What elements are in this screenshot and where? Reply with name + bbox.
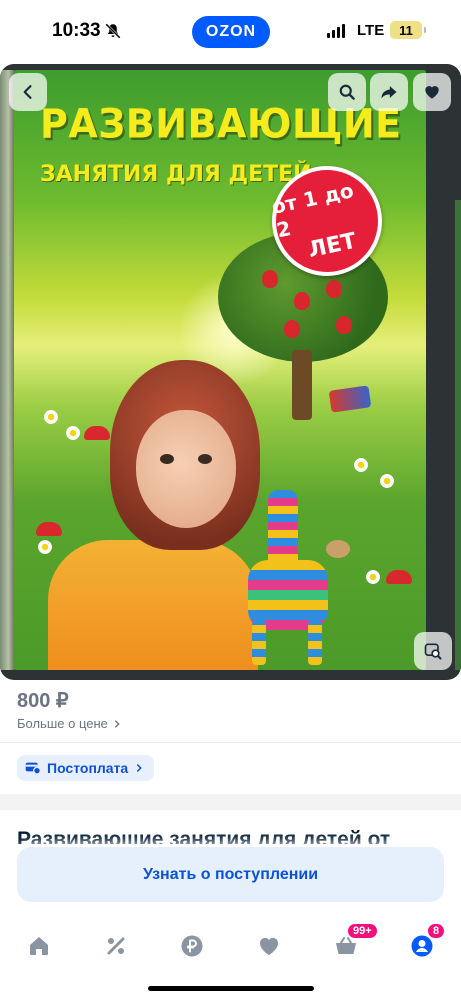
cover-berry bbox=[326, 280, 342, 298]
similar-search-button[interactable] bbox=[414, 632, 452, 670]
cover-flower bbox=[380, 474, 394, 488]
more-about-price-link[interactable]: Больше о цене bbox=[17, 716, 122, 731]
cover-mushroom bbox=[386, 570, 412, 584]
product-image-gallery[interactable]: РАЗВИВАЮЩИЕ ЗАНЯТИЯ ДЛЯ ДЕТЕЙ от 1 до 2 … bbox=[0, 64, 461, 680]
signal-icon bbox=[327, 24, 345, 38]
age-badge-line1: от 1 до 2 bbox=[269, 177, 356, 242]
cover-girl-body bbox=[48, 540, 258, 670]
nav-cart[interactable]: 99+ bbox=[326, 922, 379, 966]
cover-flower bbox=[354, 458, 368, 472]
cover-berry bbox=[294, 292, 310, 310]
cover-tree-trunk bbox=[292, 350, 312, 420]
percent-icon bbox=[107, 937, 125, 955]
nav-profile[interactable]: 8 bbox=[402, 922, 447, 966]
cover-girl-face bbox=[136, 410, 236, 528]
search-button[interactable] bbox=[328, 73, 366, 111]
status-bar: 10:33 OZON LTE 11 bbox=[0, 0, 461, 64]
cover-flower bbox=[38, 540, 52, 554]
heart-icon bbox=[259, 937, 279, 955]
next-image-peek bbox=[426, 70, 461, 670]
nav-ozon-bank[interactable] bbox=[172, 926, 212, 966]
back-button[interactable] bbox=[9, 73, 47, 111]
chevron-right-icon bbox=[114, 719, 120, 728]
chevron-right-icon bbox=[137, 764, 142, 772]
favorite-button[interactable] bbox=[413, 73, 451, 111]
cover-girl-eye bbox=[160, 454, 174, 464]
bell-muted-icon bbox=[105, 23, 121, 39]
cover-subtitle: ЗАНЯТИЯ ДЛЯ ДЕТЕЙ bbox=[40, 162, 312, 187]
status-time: 10:33 bbox=[52, 20, 101, 41]
cover-flower bbox=[66, 426, 80, 440]
share-icon bbox=[381, 86, 397, 99]
cover-flower bbox=[44, 410, 58, 424]
cover-berry bbox=[336, 316, 352, 334]
cover-mushroom bbox=[84, 426, 110, 440]
book-spine bbox=[0, 70, 14, 670]
share-button[interactable] bbox=[370, 73, 408, 111]
nav-favorites[interactable] bbox=[249, 926, 289, 966]
ruble-icon bbox=[181, 935, 203, 957]
network-type: LTE bbox=[357, 22, 385, 39]
notify-arrival-button[interactable]: Узнать о поступлении bbox=[17, 847, 444, 902]
cover-mushroom bbox=[36, 522, 62, 536]
nav-discounts[interactable] bbox=[96, 926, 136, 966]
pinata-leg bbox=[252, 620, 266, 665]
nav-home[interactable] bbox=[19, 926, 59, 966]
cover-berry bbox=[262, 270, 278, 288]
book-cover-image[interactable]: РАЗВИВАЮЩИЕ ЗАНЯТИЯ ДЛЯ ДЕТЕЙ от 1 до 2 … bbox=[14, 70, 426, 670]
pinata-leg bbox=[308, 620, 322, 665]
home-icon bbox=[30, 937, 48, 955]
divider bbox=[0, 742, 461, 743]
cover-toy-plane bbox=[328, 385, 372, 413]
profile-notification-badge: 8 bbox=[426, 922, 447, 940]
image-search-icon bbox=[424, 643, 442, 660]
more-about-price-label: Больше о цене bbox=[17, 716, 108, 731]
cover-flower bbox=[366, 570, 380, 584]
product-price: 800 ₽ bbox=[17, 690, 69, 712]
postpay-label: Постоплата bbox=[47, 760, 129, 776]
pinata-neck bbox=[268, 490, 298, 570]
cover-girl-eye bbox=[198, 454, 212, 464]
card-clock-icon bbox=[25, 762, 41, 775]
ozon-app-pill[interactable]: OZON bbox=[192, 16, 270, 48]
product-title: Развивающие занятия для детей от bbox=[17, 828, 391, 844]
search-icon bbox=[339, 84, 355, 100]
cover-berry bbox=[284, 320, 300, 338]
home-indicator[interactable] bbox=[148, 986, 314, 991]
heart-icon bbox=[425, 86, 439, 99]
cover-pinata-toy bbox=[238, 470, 338, 670]
cart-count-badge: 99+ bbox=[346, 922, 379, 940]
postpay-chip[interactable]: Постоплата bbox=[17, 755, 155, 781]
chevron-left-icon bbox=[23, 85, 32, 99]
section-separator bbox=[0, 794, 461, 810]
battery-indicator: 11 bbox=[390, 21, 426, 39]
